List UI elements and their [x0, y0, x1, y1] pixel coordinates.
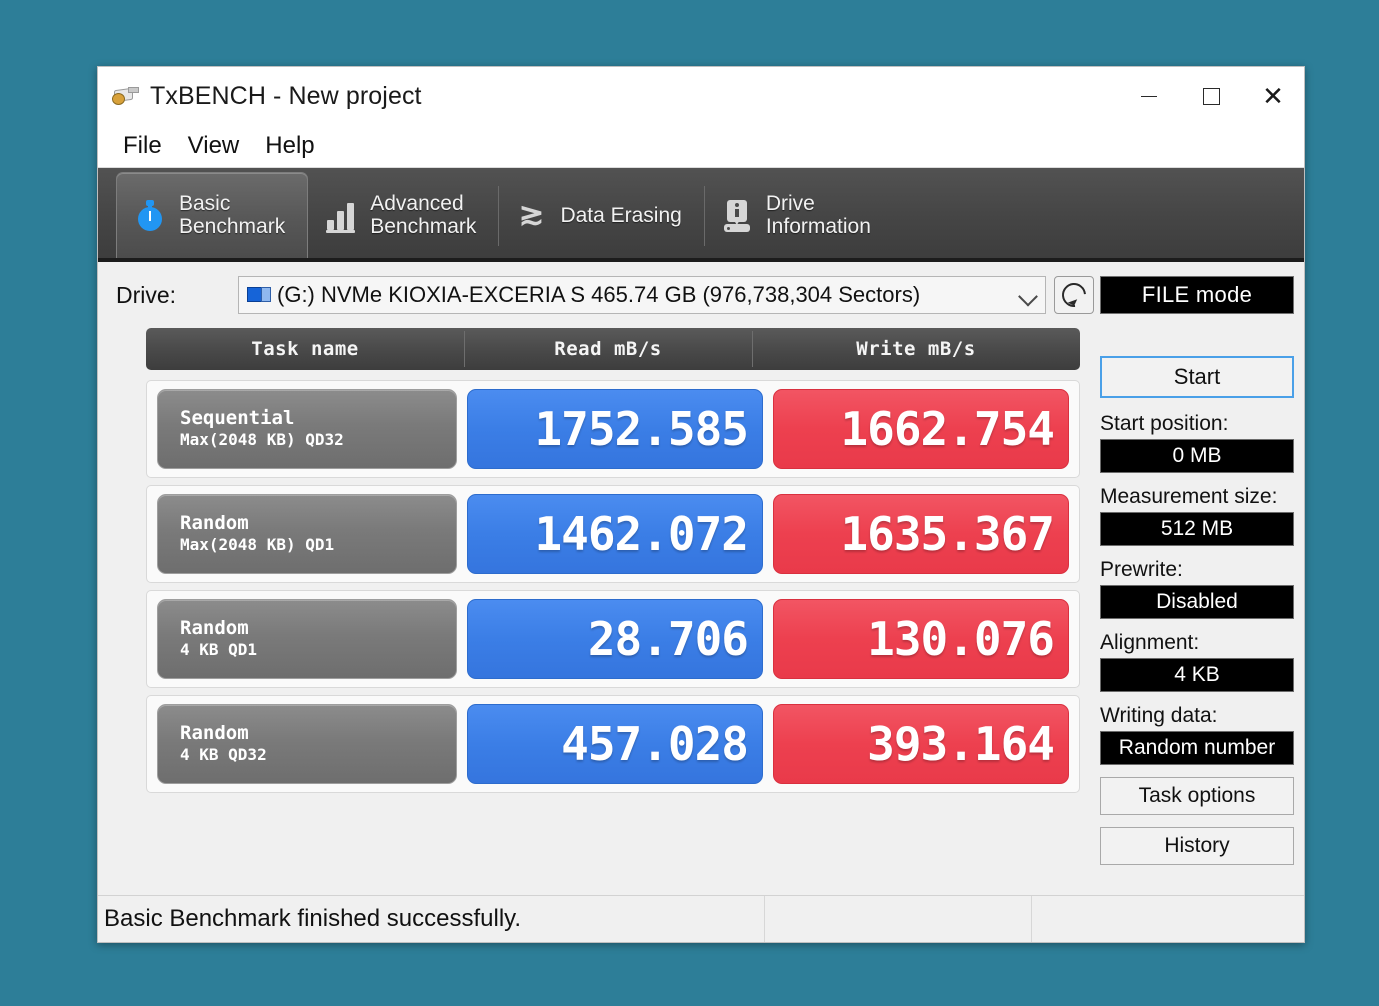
bar-chart-icon: [324, 198, 358, 234]
history-button[interactable]: History: [1100, 827, 1294, 866]
start-position-label: Start position:: [1100, 412, 1229, 435]
close-button[interactable]: ✕: [1242, 67, 1304, 125]
task-name-secondary: Max(2048 KB) QD32: [180, 430, 344, 450]
benchmark-column: Drive: (G:) NVMe KIOXIA-EXCERIA S 465.74…: [98, 262, 1094, 895]
refresh-drives-button[interactable]: [1054, 276, 1094, 314]
refresh-icon: [1057, 278, 1091, 312]
main-content: Drive: (G:) NVMe KIOXIA-EXCERIA S 465.74…: [98, 262, 1304, 895]
measurement-size-value[interactable]: 512 MB: [1100, 512, 1294, 547]
task-name-primary: Sequential: [180, 406, 295, 429]
header-write: Write mB/s: [752, 328, 1080, 370]
alignment-label: Alignment:: [1100, 631, 1200, 655]
stopwatch-icon: [133, 198, 167, 234]
drive-label: Drive:: [116, 281, 177, 308]
header-task-name: Task name: [251, 338, 359, 360]
task-name-primary: Random: [180, 616, 249, 639]
task-options-button[interactable]: Task options: [1100, 777, 1294, 816]
table-row: Random 4 KB QD1 28.706 130.076: [146, 590, 1080, 688]
task-cell[interactable]: Sequential Max(2048 KB) QD32: [157, 389, 457, 469]
write-result: 130.076: [773, 599, 1069, 679]
write-result: 1662.754: [773, 389, 1069, 469]
read-result: 1462.072: [467, 494, 763, 574]
drive-selector-row: Drive: (G:) NVMe KIOXIA-EXCERIA S 465.74…: [98, 276, 1094, 314]
app-window: TxBENCH - New project ✕ File View Help B…: [97, 66, 1305, 943]
task-name-secondary: 4 KB QD1: [180, 640, 258, 660]
prewrite-label: Prewrite:: [1100, 558, 1183, 582]
write-result: 393.164: [773, 704, 1069, 784]
measurement-size-label: Measurement size:: [1100, 485, 1278, 509]
table-row: Random Max(2048 KB) QD1 1462.072 1635.36…: [146, 485, 1080, 583]
task-name-secondary: 4 KB QD32: [180, 745, 267, 765]
task-name-primary: Random: [180, 511, 249, 534]
menu-item-help[interactable]: Help: [252, 130, 327, 162]
window-controls: ✕: [1118, 67, 1304, 125]
writing-data-label: Writing data:: [1100, 704, 1218, 728]
start-button[interactable]: Start: [1100, 356, 1294, 398]
tab-strip: Basic Benchmark Advanced Benchmark ≳ Dat…: [98, 168, 1304, 262]
plug-icon: [110, 85, 139, 107]
status-pane-3: [1032, 896, 1304, 942]
task-cell[interactable]: Random 4 KB QD1: [157, 599, 457, 679]
chevron-down-icon: [1021, 291, 1035, 299]
maximize-button[interactable]: [1180, 67, 1242, 125]
header-read: Read mB/s: [464, 328, 752, 370]
task-name-primary: Random: [180, 721, 249, 744]
benchmark-table-header: Task name Read mB/s Write mB/s: [146, 328, 1080, 370]
eraser-wave-icon: ≳: [518, 198, 544, 231]
status-pane-2: [765, 896, 1032, 942]
task-cell[interactable]: Random Max(2048 KB) QD1: [157, 494, 457, 574]
tab-label-data-erasing: Data Erasing: [560, 203, 682, 227]
maximize-icon: [1202, 87, 1220, 105]
tab-basic-benchmark[interactable]: Basic Benchmark: [116, 172, 309, 258]
read-result: 28.706: [467, 599, 763, 679]
menu-item-view[interactable]: View: [175, 130, 253, 162]
close-icon: ✕: [1262, 81, 1284, 111]
benchmark-table: Task name Read mB/s Write mB/s Sequentia…: [146, 328, 1080, 800]
tab-data-erasing[interactable]: ≳ Data Erasing: [498, 174, 703, 258]
tab-drive-information[interactable]: Drive Information: [703, 174, 893, 258]
drive-info-icon: [720, 198, 754, 234]
drive-selected-value: (G:) NVMe KIOXIA-EXCERIA S 465.74 GB (97…: [277, 282, 921, 307]
write-result: 1635.367: [773, 494, 1069, 574]
title-bar: TxBENCH - New project ✕: [98, 67, 1304, 125]
task-cell[interactable]: Random 4 KB QD32: [157, 704, 457, 784]
drive-icon: [247, 286, 271, 304]
tab-label-advanced-benchmark: Advanced Benchmark: [370, 192, 477, 238]
options-sidebar: FILE mode Start Start position: 0 MB Mea…: [1094, 262, 1304, 895]
minimize-icon: [1141, 95, 1157, 97]
tab-label-basic-benchmark: Basic Benchmark: [179, 191, 286, 238]
minimize-button[interactable]: [1118, 67, 1180, 125]
read-result: 1752.585: [467, 389, 763, 469]
window-title: TxBENCH - New project: [150, 81, 422, 110]
task-name-secondary: Max(2048 KB) QD1: [180, 535, 335, 555]
status-bar: Basic Benchmark finished successfully.: [98, 895, 1304, 942]
writing-data-value[interactable]: Random number: [1100, 731, 1294, 766]
table-row: Sequential Max(2048 KB) QD32 1752.585 16…: [146, 380, 1080, 478]
tab-label-drive-information: Drive Information: [765, 192, 871, 238]
menu-item-file[interactable]: File: [110, 130, 175, 162]
drive-select[interactable]: (G:) NVMe KIOXIA-EXCERIA S 465.74 GB (97…: [238, 276, 1046, 314]
read-result: 457.028: [467, 704, 763, 784]
start-position-value[interactable]: 0 MB: [1100, 439, 1294, 474]
alignment-value[interactable]: 4 KB: [1100, 658, 1294, 693]
tab-advanced-benchmark[interactable]: Advanced Benchmark: [308, 174, 498, 258]
prewrite-value[interactable]: Disabled: [1100, 585, 1294, 620]
table-row: Random 4 KB QD32 457.028 393.164: [146, 695, 1080, 793]
mode-indicator: FILE mode: [1100, 276, 1294, 314]
status-message: Basic Benchmark finished successfully.: [98, 896, 765, 942]
menu-bar: File View Help: [98, 125, 1304, 168]
